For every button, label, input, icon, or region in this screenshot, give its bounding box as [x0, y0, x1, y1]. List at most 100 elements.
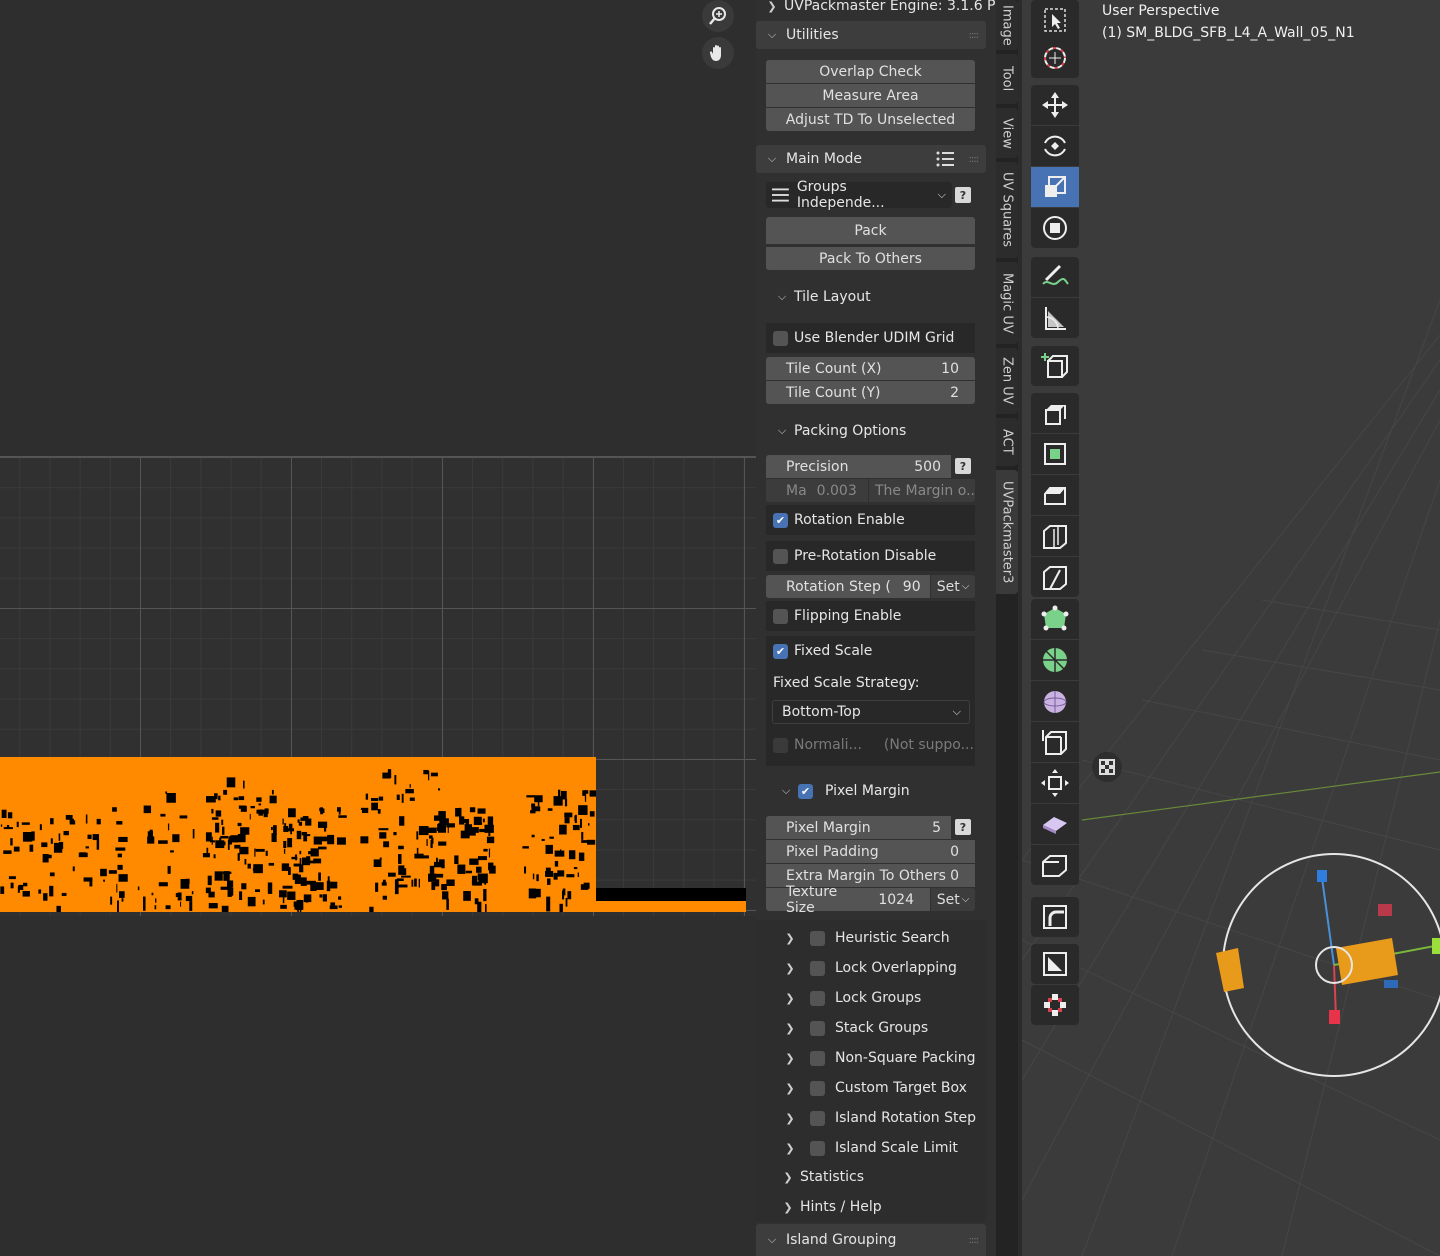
fixed-scale-checkbox[interactable]: ✔ Fixed Scale: [766, 636, 975, 666]
checkmark-icon[interactable]: ✔: [773, 643, 788, 659]
spin-icon[interactable]: [1031, 640, 1079, 680]
utilities-header[interactable]: ⌵ Utilities ::::: [756, 21, 986, 49]
texture-size-field[interactable]: Texture Size 1024: [766, 884, 930, 916]
chevron-right-icon[interactable]: ❯: [784, 1142, 796, 1155]
uv-islands-block[interactable]: [0, 757, 596, 912]
knife-icon[interactable]: [1031, 557, 1079, 597]
measure-area-button[interactable]: Measure Area: [766, 84, 975, 107]
uv-editor[interactable]: [0, 0, 756, 1256]
move-icon[interactable]: [1031, 85, 1079, 125]
scale-icon[interactable]: [1031, 167, 1079, 207]
udim-grid-checkbox[interactable]: Use Blender UDIM Grid: [766, 323, 975, 353]
chevron-right-icon[interactable]: ❯: [784, 1082, 796, 1095]
adjust-td-button[interactable]: Adjust TD To Unselected: [766, 108, 975, 131]
checkbox[interactable]: [810, 1080, 825, 1096]
tab-zen-uv[interactable]: Zen UV: [996, 348, 1018, 414]
annotate-icon[interactable]: [1031, 257, 1079, 297]
chevron-right-icon[interactable]: ❯: [784, 932, 796, 945]
chevron-right-icon[interactable]: ❯: [784, 962, 796, 975]
smooth-icon[interactable]: [1031, 681, 1079, 721]
checker-icon[interactable]: [1092, 752, 1122, 782]
extrude-icon[interactable]: [1031, 393, 1079, 433]
rotation-enable-checkbox[interactable]: ✔ Rotation Enable: [766, 505, 975, 535]
shear-icon[interactable]: [1031, 804, 1079, 844]
checkmark-icon[interactable]: ✔: [798, 783, 813, 799]
precision-field[interactable]: Precision 500: [766, 455, 951, 478]
tab-view[interactable]: View: [996, 108, 1018, 158]
uv-tool-b-icon[interactable]: [1031, 944, 1079, 984]
checkbox[interactable]: [810, 960, 825, 976]
tile-count-y-field[interactable]: Tile Count (Y) 2: [766, 381, 975, 404]
main-mode-header[interactable]: ⌵ Main Mode ::::: [756, 145, 986, 173]
tab-tool[interactable]: Tool: [996, 54, 1018, 104]
3d-viewport[interactable]: User Perspective (1) SM_BLDG_SFB_L4_A_Wa…: [1022, 0, 1440, 1256]
pack-button[interactable]: Pack: [766, 217, 975, 244]
tab-act[interactable]: ACT: [996, 418, 1018, 466]
non-square-packing-option[interactable]: ❯ Non-Square Packing: [784, 1045, 975, 1071]
island-scale-limit-option[interactable]: ❯ Island Scale Limit: [784, 1135, 958, 1161]
stack-groups-option[interactable]: ❯ Stack Groups: [784, 1015, 928, 1041]
zoom-in-icon[interactable]: [702, 0, 734, 32]
shrink-fatten-icon[interactable]: [1031, 763, 1079, 803]
pixel-margin-header[interactable]: ⌵ ✔ Pixel Margin: [780, 779, 910, 803]
statistics-header[interactable]: ❯ Statistics: [782, 1165, 864, 1189]
checkbox[interactable]: [773, 330, 788, 346]
uv-tool-a-icon[interactable]: [1031, 897, 1079, 937]
checkbox[interactable]: [810, 1140, 825, 1156]
help-icon[interactable]: ?: [955, 819, 971, 835]
island-rotation-step-option[interactable]: ❯ Island Rotation Step: [784, 1105, 976, 1131]
texture-size-set-dropdown[interactable]: Set ⌵: [931, 888, 975, 911]
help-icon[interactable]: ?: [955, 458, 971, 474]
select-box-icon[interactable]: [1031, 0, 1079, 40]
lock-overlapping-option[interactable]: ❯ Lock Overlapping: [784, 955, 957, 981]
custom-target-box-option[interactable]: ❯ Custom Target Box: [784, 1075, 966, 1101]
pixel-margin-field[interactable]: Pixel Margin 5: [766, 816, 951, 839]
chevron-right-icon[interactable]: ❯: [784, 1022, 796, 1035]
heuristic-search-option[interactable]: ❯ Heuristic Search: [784, 925, 949, 951]
drag-grip-icon[interactable]: ::::: [969, 154, 980, 165]
lock-groups-option[interactable]: ❯ Lock Groups: [784, 985, 921, 1011]
poly-build-icon[interactable]: [1031, 599, 1079, 639]
pack-to-others-button[interactable]: Pack To Others: [766, 247, 975, 270]
checkbox[interactable]: [773, 548, 788, 564]
checkbox[interactable]: [773, 608, 788, 624]
uv-islands-strip[interactable]: [596, 888, 746, 912]
chevron-right-icon[interactable]: ❯: [784, 1112, 796, 1125]
help-icon[interactable]: ?: [955, 187, 971, 203]
tab-image[interactable]: Image: [996, 0, 1018, 50]
hand-icon[interactable]: [702, 37, 734, 69]
packing-options-header[interactable]: ⌵ Packing Options: [776, 419, 907, 443]
checkbox[interactable]: [810, 1050, 825, 1066]
edge-slide-icon[interactable]: [1031, 722, 1079, 762]
uv-tool-c-icon[interactable]: [1031, 985, 1079, 1025]
pixel-padding-field[interactable]: Pixel Padding 0: [766, 840, 975, 863]
inset-icon[interactable]: [1031, 434, 1079, 474]
loop-cut-icon[interactable]: [1031, 516, 1079, 556]
mode-dropdown[interactable]: Groups Independe... ⌵: [766, 179, 952, 211]
rotation-step-set-dropdown[interactable]: Set ⌵: [931, 575, 975, 598]
tab-uv-squares[interactable]: UV Squares: [996, 162, 1018, 258]
tile-count-x-field[interactable]: Tile Count (X) 10: [766, 357, 975, 380]
checkmark-icon[interactable]: ✔: [773, 512, 788, 528]
checkbox[interactable]: [810, 990, 825, 1006]
tab-magic-uv[interactable]: Magic UV: [996, 262, 1018, 344]
hints-header[interactable]: ❯ Hints / Help: [782, 1195, 881, 1219]
rip-icon[interactable]: [1031, 845, 1079, 885]
add-cube-icon[interactable]: [1031, 346, 1079, 386]
cursor-icon[interactable]: [1031, 38, 1079, 78]
list-icon[interactable]: [936, 151, 954, 171]
strategy-dropdown[interactable]: Bottom-Top ⌵: [772, 700, 970, 724]
tab-uvpackmaster3[interactable]: UVPackmaster3: [996, 470, 1018, 594]
checkbox[interactable]: [810, 930, 825, 946]
checkbox[interactable]: [810, 1110, 825, 1126]
overlap-check-button[interactable]: Overlap Check: [766, 60, 975, 83]
rotation-step-field[interactable]: Rotation Step ( 90: [766, 575, 930, 598]
rotate-icon[interactable]: [1031, 126, 1079, 166]
tile-layout-header[interactable]: ⌵ Tile Layout: [776, 285, 871, 309]
bevel-icon[interactable]: [1031, 475, 1079, 515]
transform-icon[interactable]: [1031, 208, 1079, 248]
checkbox[interactable]: [810, 1020, 825, 1036]
chevron-right-icon[interactable]: ❯: [784, 1052, 796, 1065]
measure-icon[interactable]: [1031, 298, 1079, 338]
island-grouping-header[interactable]: ⌵ Island Grouping ::::: [756, 1224, 986, 1256]
